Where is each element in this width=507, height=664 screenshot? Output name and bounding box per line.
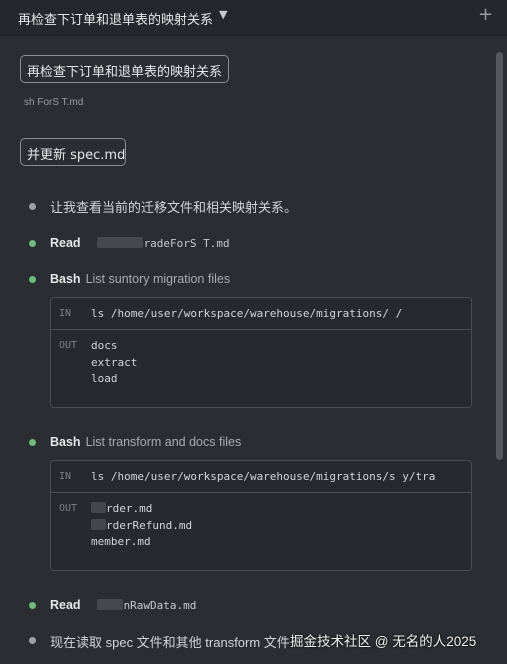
command-output-box: IN ls /home/user/workspace/warehouse/mig… bbox=[50, 297, 472, 408]
status-dot bbox=[29, 637, 36, 644]
attachment-filename[interactable]: sh ForS T.md bbox=[24, 97, 83, 108]
command-output-row: OUT docs extract load bbox=[51, 330, 471, 406]
status-dot bbox=[29, 276, 36, 283]
conversation-title[interactable]: 再检查下订单和退单表的映射关系 bbox=[18, 9, 213, 28]
assistant-text: 让我查看当前的迁移文件和相关映射关系。 bbox=[50, 200, 298, 215]
status-dot bbox=[29, 602, 36, 609]
out-label: OUT bbox=[59, 340, 78, 351]
command-text: ls /home/user/workspace/warehouse/migrat… bbox=[91, 470, 436, 483]
command-text: ls /home/user/workspace/warehouse/migrat… bbox=[91, 307, 403, 320]
step-keyword: Read bbox=[50, 236, 81, 250]
watermark: 掘金技术社区 @ 无名的人2025 bbox=[290, 634, 477, 649]
step-description: List transform and docs files bbox=[85, 435, 242, 449]
command-output-box: IN ls /home/user/workspace/warehouse/mig… bbox=[50, 460, 472, 571]
status-dot bbox=[29, 240, 36, 247]
step-keyword: Bash bbox=[50, 435, 81, 449]
in-label: IN bbox=[59, 308, 72, 319]
redacted-block bbox=[91, 502, 106, 513]
output-line: member.md bbox=[91, 535, 151, 548]
bash-step[interactable]: Bash List transform and docs files bbox=[50, 434, 241, 449]
status-dot bbox=[29, 203, 36, 210]
conversation-header: 再检查下订单和退单表的映射关系 ▼ + bbox=[0, 0, 507, 36]
scrollbar-thumb[interactable] bbox=[496, 52, 503, 460]
assistant-text: 现在读取 spec 文件和其他 transform 文件 bbox=[50, 635, 290, 650]
command-input-row: IN ls /home/user/workspace/warehouse/mig… bbox=[51, 461, 471, 493]
redacted-block bbox=[91, 518, 106, 530]
output-line: extract bbox=[91, 355, 138, 369]
read-path: nRawData.md bbox=[123, 599, 197, 612]
user-message-1: 再检查下订单和退单表的映射关系 bbox=[20, 55, 229, 83]
chevron-down-icon[interactable]: ▼ bbox=[219, 8, 227, 21]
redacted-block bbox=[96, 599, 123, 610]
read-step[interactable]: Read radeForS T.md bbox=[50, 235, 230, 250]
out-label: OUT bbox=[59, 503, 78, 514]
output-line: rderRefund.md bbox=[91, 518, 192, 535]
command-output-row: OUT rder.md rderRefund.md member.md bbox=[51, 493, 471, 569]
output-line: load bbox=[91, 372, 118, 385]
in-label: IN bbox=[59, 471, 72, 482]
status-dot bbox=[29, 439, 36, 446]
step-keyword: Read bbox=[50, 598, 81, 612]
step-keyword: Bash bbox=[50, 272, 81, 286]
plus-icon[interactable]: + bbox=[478, 4, 493, 25]
user-message-2: 并更新 spec.md bbox=[20, 138, 126, 166]
bash-step[interactable]: Bash List suntory migration files bbox=[50, 271, 230, 286]
redacted-block bbox=[96, 237, 143, 248]
command-input-row: IN ls /home/user/workspace/warehouse/mig… bbox=[51, 298, 471, 330]
step-description: List suntory migration files bbox=[85, 272, 231, 286]
read-path: radeForS T.md bbox=[143, 237, 230, 250]
output-line: rder.md bbox=[91, 501, 192, 518]
output-line: docs bbox=[91, 339, 118, 352]
read-step[interactable]: Read nRawData.md bbox=[50, 597, 196, 612]
